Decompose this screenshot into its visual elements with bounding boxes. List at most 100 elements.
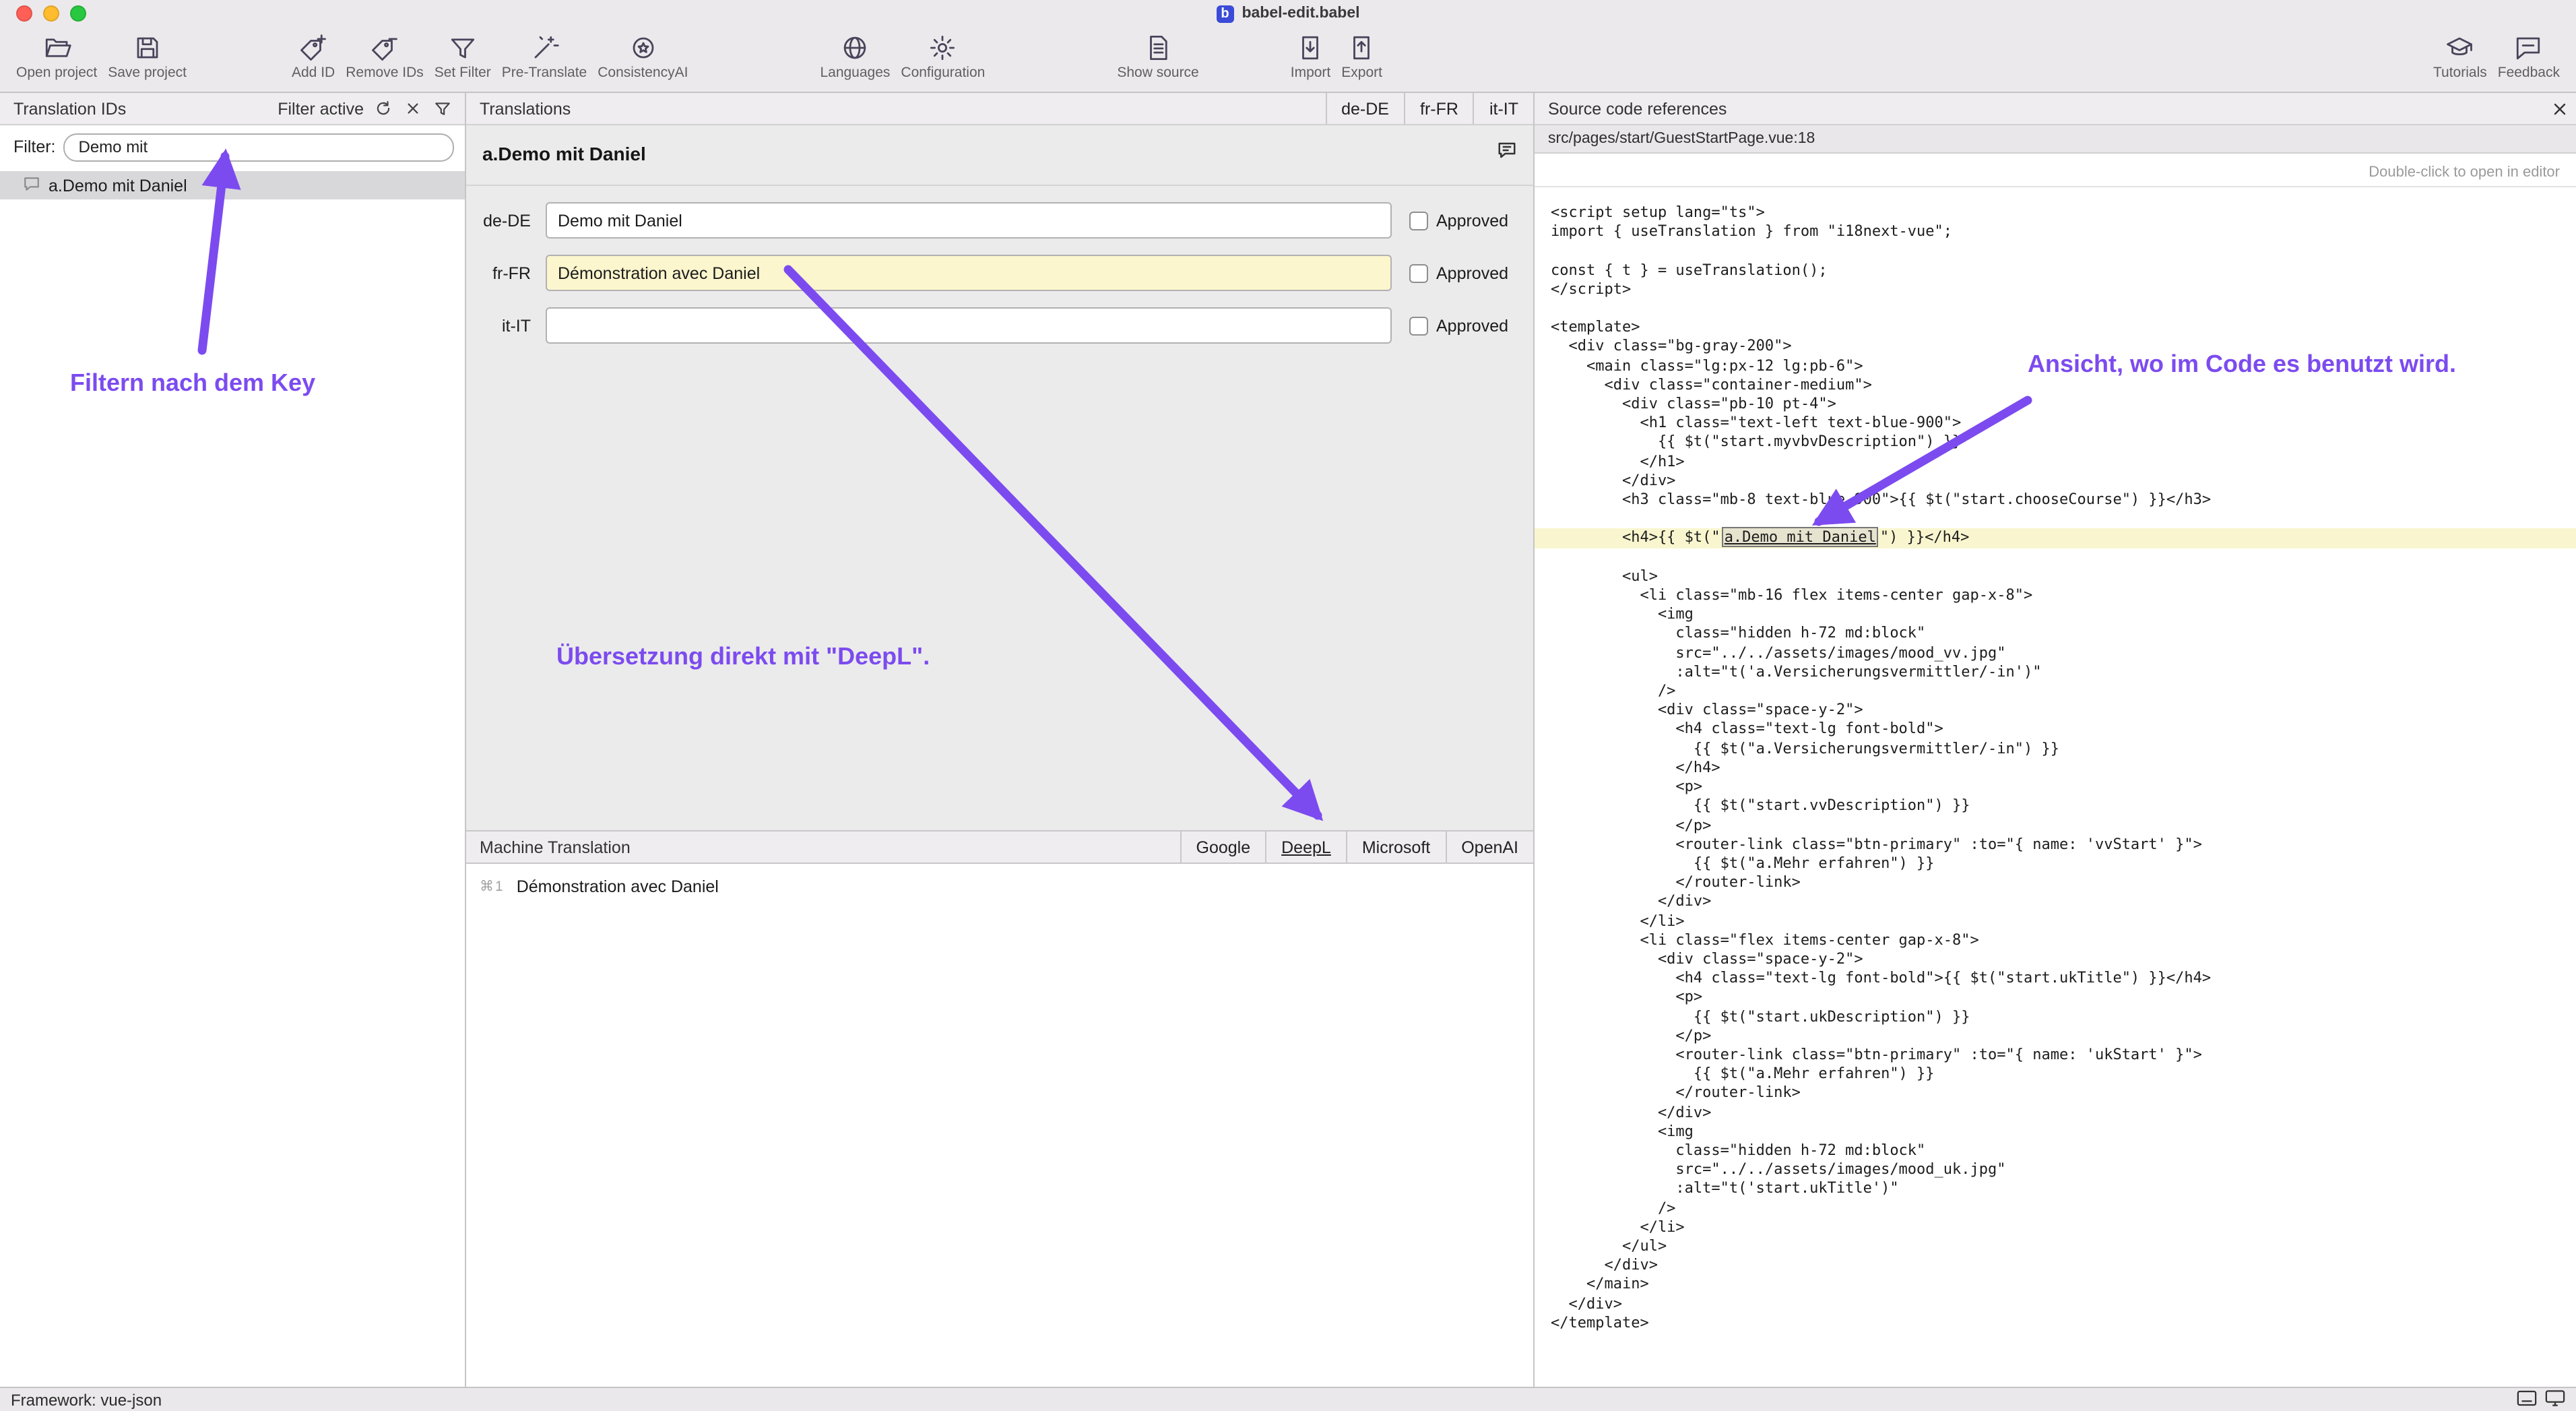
- code-line: src="../../assets/images/mood_uk.jpg": [1551, 1160, 2576, 1179]
- filter-active-label: Filter active: [278, 99, 364, 118]
- title-bar: b babel-edit.babel: [0, 0, 2576, 27]
- tab-microsoft[interactable]: Microsoft: [1346, 832, 1445, 863]
- filter-annotation: Filtern nach dem Key: [70, 369, 315, 398]
- export-icon: [1348, 34, 1376, 62]
- code-line: </li>: [1551, 1218, 2576, 1237]
- clear-filter-icon[interactable]: [403, 98, 423, 119]
- code-line: </h4>: [1551, 759, 2576, 778]
- code-line: </div>: [1551, 1103, 2576, 1122]
- filter-input[interactable]: [64, 133, 455, 161]
- code-line: [1551, 548, 2576, 567]
- code-line: <h4 class="text-lg font-bold">: [1551, 720, 2576, 739]
- main-toolbar: Open project Save project Add ID Remove …: [0, 27, 2576, 93]
- tab-google[interactable]: Google: [1180, 832, 1266, 863]
- show-source-button[interactable]: Show source: [1112, 34, 1204, 81]
- source-file-reference[interactable]: src/pages/start/GuestStartPage.vue:18: [1535, 125, 2576, 154]
- editor-hint-text: Double-click to open in editor: [2369, 164, 2560, 181]
- code-line: </h1>: [1551, 452, 2576, 471]
- import-button[interactable]: Import: [1285, 34, 1337, 81]
- code-line: [1551, 299, 2576, 318]
- remove-ids-button[interactable]: Remove IDs: [340, 34, 429, 81]
- translations-title: Translations: [480, 99, 571, 118]
- graduation-cap-icon: [2446, 34, 2474, 62]
- approved-checkbox-de-de[interactable]: [1409, 211, 1428, 230]
- translation-ids-header: Translation IDs Filter active: [0, 93, 465, 125]
- display-icon[interactable]: [2545, 1389, 2565, 1410]
- comment-toggle-icon[interactable]: [1497, 140, 1517, 164]
- code-line: </div>: [1551, 1256, 2576, 1275]
- add-id-button[interactable]: Add ID: [286, 34, 340, 81]
- feedback-button[interactable]: Feedback: [2492, 34, 2565, 81]
- tutorials-button[interactable]: Tutorials: [2428, 34, 2492, 81]
- configuration-button[interactable]: Configuration: [895, 34, 990, 81]
- approve-group-it-it: Approved: [1409, 316, 1508, 335]
- languages-label: Languages: [820, 65, 890, 81]
- highlighted-translation-key[interactable]: a.Demo mit Daniel: [1722, 528, 1879, 548]
- status-bar: Framework: vue-json: [0, 1387, 2576, 1411]
- code-line: class="hidden h-72 md:block": [1551, 625, 2576, 644]
- remove-ids-label: Remove IDs: [346, 65, 424, 81]
- comment-bubble-icon: [23, 175, 40, 196]
- save-project-button[interactable]: Save project: [102, 34, 192, 81]
- translation-input-fr-fr[interactable]: [546, 255, 1392, 291]
- approve-group-fr-fr: Approved: [1409, 263, 1508, 282]
- code-line: [1551, 510, 2576, 529]
- approved-label: Approved: [1436, 263, 1508, 282]
- machine-translation-tabs: Google DeepL Microsoft OpenAI: [1180, 832, 1534, 863]
- set-filter-button[interactable]: Set Filter: [429, 34, 496, 81]
- tab-de-de[interactable]: de-DE: [1325, 93, 1404, 124]
- tab-fr-fr[interactable]: fr-FR: [1404, 93, 1473, 124]
- export-button[interactable]: Export: [1336, 34, 1388, 81]
- consistency-ai-button[interactable]: ConsistencyAI: [592, 34, 693, 81]
- tab-deepl[interactable]: DeepL: [1265, 832, 1346, 863]
- add-id-label: Add ID: [292, 65, 335, 81]
- translation-input-de-de[interactable]: [546, 202, 1392, 239]
- machine-translation-body: ⌘1 Démonstration avec Daniel: [466, 864, 1533, 1387]
- code-line: <p>: [1551, 989, 2576, 1007]
- code-line: <li class="mb-16 flex items-center gap-x…: [1551, 586, 2576, 605]
- close-window-button[interactable]: [16, 5, 32, 22]
- code-line: <div class="space-y-2">: [1551, 701, 2576, 720]
- translation-input-it-it[interactable]: [546, 307, 1392, 344]
- approved-checkbox-it-it[interactable]: [1409, 316, 1428, 335]
- speech-bubble-icon: [2515, 34, 2543, 62]
- code-line: </ul>: [1551, 1237, 2576, 1256]
- consistency-ai-label: ConsistencyAI: [598, 65, 688, 81]
- code-line: <h4 class="text-lg font-bold">{{ $t("sta…: [1551, 969, 2576, 988]
- filter-funnel-icon[interactable]: [432, 98, 453, 119]
- approved-checkbox-fr-fr[interactable]: [1409, 263, 1428, 282]
- keyboard-icon[interactable]: [2517, 1389, 2537, 1410]
- languages-button[interactable]: Languages: [814, 34, 895, 81]
- code-line: <p>: [1551, 778, 2576, 796]
- open-project-button[interactable]: Open project: [11, 34, 102, 81]
- language-tabs: de-DE fr-FR it-IT: [1325, 93, 1533, 124]
- code-line: <template>: [1551, 318, 2576, 337]
- code-line: <router-link class="btn-primary" :to="{ …: [1551, 835, 2576, 854]
- refresh-icon[interactable]: [373, 98, 393, 119]
- code-line: <img: [1551, 1123, 2576, 1141]
- export-label: Export: [1341, 65, 1382, 81]
- editor-hint-row: Double-click to open in editor: [1535, 154, 2576, 187]
- app-window: b babel-edit.babel Open project Save pro…: [0, 0, 2576, 1411]
- code-line: [1551, 242, 2576, 261]
- translations-panel: Translations de-DE fr-FR it-IT a.Demo mi…: [466, 93, 1535, 1387]
- translations-header: Translations de-DE fr-FR it-IT: [466, 93, 1533, 125]
- source-references-header: Source code references: [1535, 93, 2576, 125]
- code-line: </div>: [1551, 1294, 2576, 1313]
- import-icon: [1297, 34, 1325, 62]
- list-item-translation-id[interactable]: a.Demo mit Daniel: [0, 171, 465, 199]
- pre-translate-button[interactable]: Pre-Translate: [496, 34, 592, 81]
- machine-translation-suggestion[interactable]: ⌘1 Démonstration avec Daniel: [466, 864, 1533, 896]
- code-line: <h3 class="mb-8 text-blue-900">{{ $t("st…: [1551, 491, 2576, 509]
- source-document-icon: [1144, 34, 1172, 62]
- zoom-window-button[interactable]: [70, 5, 86, 22]
- code-line: {{ $t("start.myvbvDescription") }}: [1551, 433, 2576, 452]
- tab-openai[interactable]: OpenAI: [1445, 832, 1533, 863]
- entry-header: a.Demo mit Daniel: [466, 125, 1533, 186]
- minimize-window-button[interactable]: [43, 5, 59, 22]
- close-panel-icon[interactable]: [2544, 93, 2576, 124]
- code-line: <script setup lang="ts">: [1551, 203, 2576, 222]
- code-line: class="hidden h-72 md:block": [1551, 1141, 2576, 1160]
- tab-it-it[interactable]: it-IT: [1473, 93, 1533, 124]
- code-line: :alt="t('a.Versicherungsvermittler/-in')…: [1551, 663, 2576, 682]
